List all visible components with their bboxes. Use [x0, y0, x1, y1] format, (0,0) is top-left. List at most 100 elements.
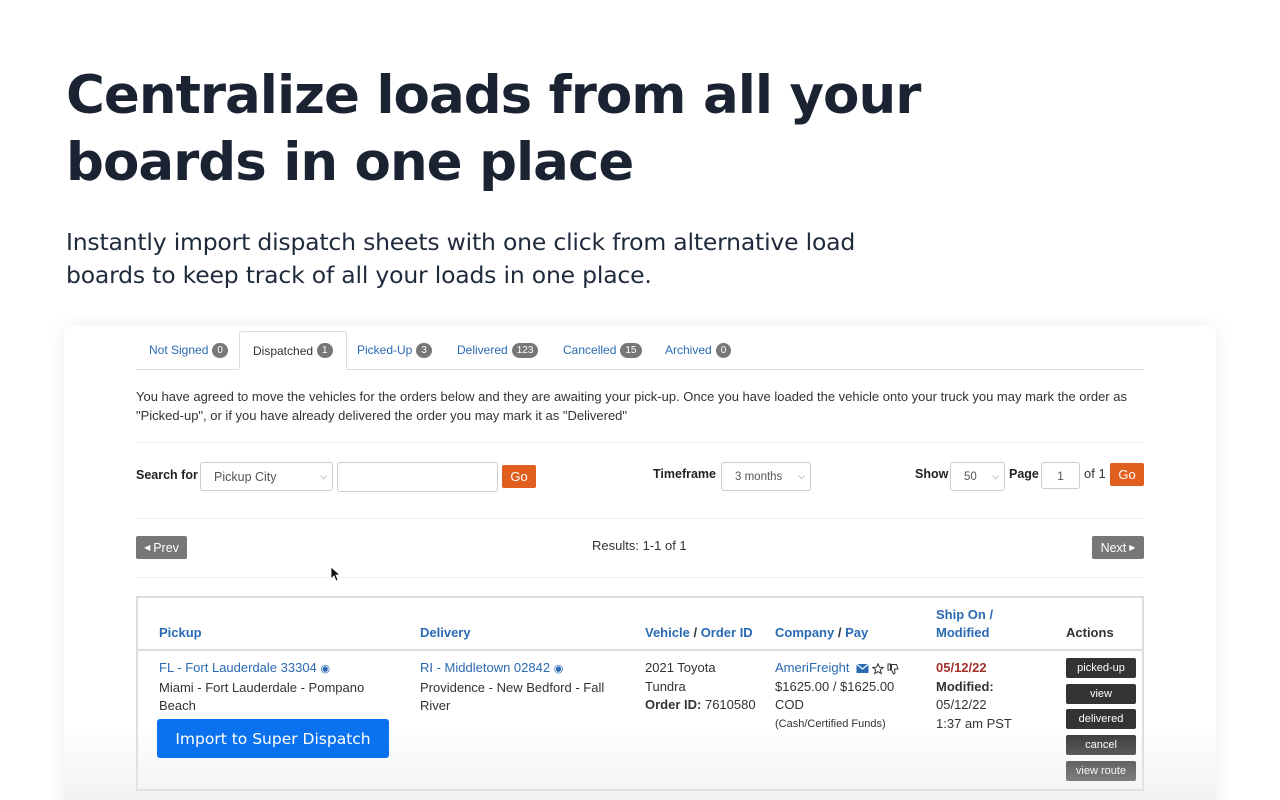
tab-delivered[interactable]: Delivered 123	[444, 331, 551, 369]
company-cell: AmeriFreight $1625.00 / $1625.00 COD (Ca…	[775, 659, 925, 733]
import-to-super-dispatch-button[interactable]: Import to Super Dispatch	[157, 719, 389, 758]
chevron-down-icon: ⌵	[320, 471, 327, 481]
page-label: Page	[1009, 467, 1039, 481]
col-header-company-sort[interactable]: Company	[775, 625, 834, 640]
tab-dispatched[interactable]: Dispatched 1	[239, 331, 347, 370]
ship-date: 05/12/22	[936, 660, 987, 675]
view-button[interactable]: view	[1066, 684, 1136, 704]
tab-cancelled[interactable]: Cancelled 15	[550, 331, 655, 369]
company-icons	[856, 662, 899, 675]
tab-archived[interactable]: Archived 0	[652, 331, 744, 369]
results-count: Results: 1-1 of 1	[592, 538, 687, 553]
search-go-button[interactable]: Go	[502, 465, 536, 488]
header-divider	[138, 649, 1142, 651]
col-header-actions: Actions	[1066, 625, 1114, 640]
tab-count-badge: 123	[511, 342, 539, 358]
company-link[interactable]: AmeriFreight	[775, 660, 849, 675]
timeframe-label: Timeframe	[653, 467, 716, 481]
col-header-ship-on: Ship On / Modified	[936, 606, 1026, 642]
search-field-value: Pickup City	[214, 469, 277, 484]
col-header-vehicle-sort[interactable]: Vehicle	[645, 625, 690, 640]
hero-title: Centralize loads from all your boards in…	[66, 65, 921, 193]
pickup-cell: FL - Fort Lauderdale 33304 ◉ Miami - For…	[159, 659, 389, 716]
col-header-pickup[interactable]: Pickup	[159, 624, 202, 642]
delivery-cell: RI - Middletown 02842 ◉ Providence - New…	[420, 659, 630, 716]
page-total: of 1	[1084, 466, 1106, 481]
next-label: Next	[1100, 540, 1127, 555]
prev-button[interactable]: ◀ Prev	[136, 536, 187, 559]
modified-date: 05/12/22	[936, 697, 987, 712]
ship-date-cell: 05/12/22 Modified: 05/12/22 1:37 am PST	[936, 659, 1036, 733]
tab-label: Not Signed	[149, 343, 209, 357]
chevron-down-icon: ⌵	[992, 471, 999, 481]
timeframe-select[interactable]: 3 months ⌵	[721, 462, 811, 491]
divider	[136, 577, 1144, 578]
tab-label: Cancelled	[563, 343, 617, 357]
header-separator: /	[693, 625, 698, 640]
search-input[interactable]	[337, 462, 498, 492]
orders-table: Pickup Delivery Vehicle / Order ID Compa…	[136, 596, 1144, 791]
prev-label: Prev	[153, 540, 179, 555]
next-button[interactable]: Next ▶	[1092, 536, 1144, 559]
dispatch-sheet-card: Not Signed 0 Dispatched 1 Picked-Up 3 De…	[64, 326, 1216, 800]
show-label: Show	[915, 467, 949, 481]
col-header-vehicle: Vehicle / Order ID	[645, 624, 753, 642]
cancel-button[interactable]: cancel	[1066, 735, 1136, 755]
tab-not-signed[interactable]: Not Signed 0	[136, 331, 241, 369]
search-label: Search for	[136, 468, 198, 482]
divider	[136, 442, 1144, 443]
modified-time: 1:37 am PST	[936, 715, 1012, 731]
mouse-pointer-icon	[330, 566, 342, 586]
envelope-icon[interactable]	[856, 663, 869, 674]
thumbs-down-icon[interactable]	[887, 663, 899, 675]
order-id: Order ID: 7610580	[645, 696, 765, 715]
vehicle-name: 2021 Toyota Tundra	[645, 660, 716, 694]
tab-count-badge: 0	[212, 342, 228, 358]
tab-label: Picked-Up	[357, 343, 413, 357]
show-count-value: 50	[964, 470, 977, 483]
dispatched-notice: You have agreed to move the vehicles for…	[136, 389, 1127, 423]
hero-subtitle: Instantly import dispatch sheets with on…	[66, 228, 856, 289]
divider	[136, 518, 1144, 519]
vehicle-cell: 2021 Toyota Tundra Order ID: 7610580	[645, 659, 765, 715]
delivery-area: Providence - New Bedford - Fall River	[420, 679, 605, 714]
timeframe-value: 3 months	[735, 470, 783, 483]
tab-label: Archived	[665, 343, 712, 357]
tab-count-badge: 15	[620, 342, 642, 358]
search-field-select[interactable]: Pickup City ⌵	[200, 462, 333, 491]
caret-right-icon: ▶	[1129, 543, 1136, 552]
delivery-location-link[interactable]: RI - Middletown 02842	[420, 660, 550, 675]
order-id-value: 7610580	[704, 697, 756, 712]
col-header-modified-sort[interactable]: Modified	[936, 624, 1026, 642]
pickup-location-link[interactable]: FL - Fort Lauderdale 33304	[159, 660, 317, 675]
col-header-delivery[interactable]: Delivery	[420, 624, 471, 642]
tab-count-badge: 3	[416, 342, 432, 358]
picked-up-button[interactable]: picked-up	[1066, 658, 1136, 678]
star-icon[interactable]	[872, 662, 885, 675]
col-header-pay-sort[interactable]: Pay	[845, 625, 868, 640]
tab-label: Delivered	[457, 343, 508, 357]
tab-count-badge: 1	[317, 343, 333, 358]
pay-amount: $1625.00 / $1625.00 COD	[775, 678, 895, 713]
view-route-button[interactable]: view route	[1066, 761, 1136, 781]
chevron-down-icon: ⌵	[798, 471, 805, 481]
col-header-order-id-sort[interactable]: Order ID	[701, 625, 753, 640]
page-go-button[interactable]: Go	[1110, 463, 1144, 486]
delivered-button[interactable]: delivered	[1066, 709, 1136, 729]
pickup-area: Miami - Fort Lauderdale - Pompano Beach	[159, 679, 365, 714]
order-status-tabs: Not Signed 0 Dispatched 1 Picked-Up 3 De…	[136, 331, 1144, 370]
caret-left-icon: ◀	[144, 543, 151, 552]
map-pin-icon[interactable]: ◉	[320, 663, 330, 675]
map-pin-icon[interactable]: ◉	[554, 663, 564, 675]
tab-count-badge: 0	[715, 342, 732, 358]
col-header-company: Company / Pay	[775, 624, 868, 642]
tab-label: Dispatched	[253, 343, 314, 358]
show-count-select[interactable]: 50 ⌵	[950, 462, 1005, 491]
page-input[interactable]: 1	[1041, 462, 1080, 489]
pay-terms: (Cash/Certified Funds)	[775, 717, 886, 730]
col-header-ship-on-sort[interactable]: Ship On /	[936, 606, 1026, 624]
header-separator: /	[837, 625, 842, 640]
modified-label: Modified:	[936, 678, 994, 694]
tab-picked-up[interactable]: Picked-Up 3	[344, 331, 445, 369]
order-id-label: Order ID:	[645, 697, 702, 712]
